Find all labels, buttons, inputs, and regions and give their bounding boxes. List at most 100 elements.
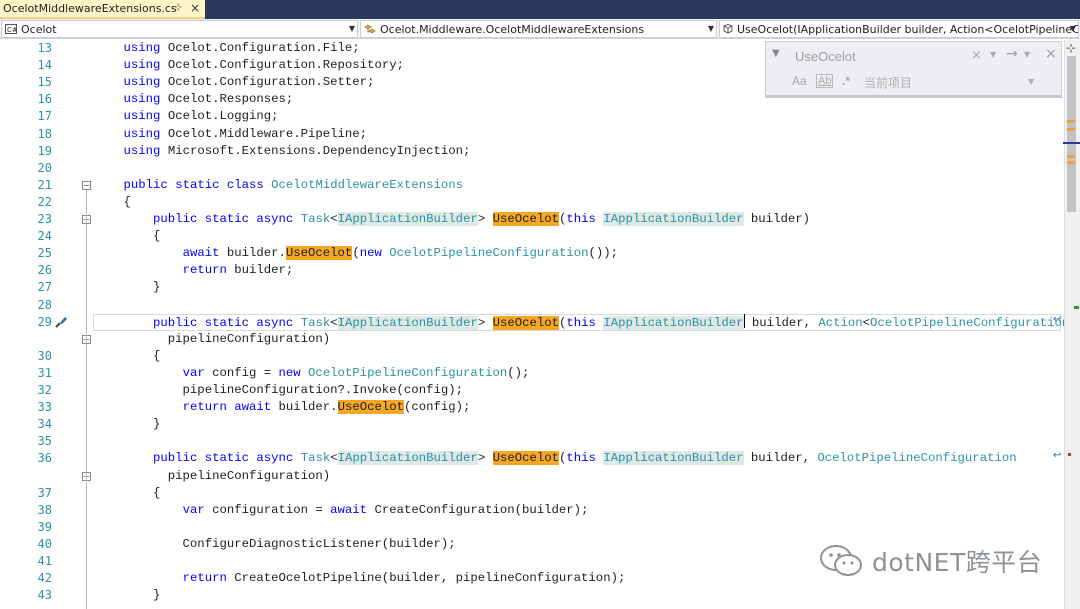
code-text: return await builder.UseOcelot(config); [182,400,471,415]
clear-search-icon[interactable]: × [971,48,982,63]
toggle-replace-icon[interactable]: ▼ [772,48,780,59]
code-text: } [94,588,161,603]
code-line[interactable]: 37 { [0,485,1064,502]
code-text: ConfigureDiagnosticListener(builder); [94,536,456,551]
code-text: using Ocelot.Middleware.Pipeline; [123,126,368,141]
code-line[interactable]: pipelineConfiguration) [0,468,1064,485]
collapse-region-icon[interactable]: − [82,180,91,190]
line-number: 16 [37,92,52,107]
code-line[interactable]: 36 public static async Task<IApplication… [0,450,1064,467]
type-dropdown[interactable]: Ocelot.Middleware.OcelotMiddlewareExtens… [360,20,717,38]
code-line[interactable]: 39 [0,519,1064,536]
code-text: pipelineConfiguration) [94,331,331,346]
split-window-icon[interactable]: ⊹ [1066,41,1076,55]
code-line[interactable]: 27 } [0,279,1064,296]
scroll-match-marker [1067,155,1075,158]
code-text: { [94,348,161,363]
code-text: using Ocelot.Responses; [123,92,294,107]
line-number: 31 [37,365,52,380]
code-text: using Ocelot.Configuration.Repository; [123,58,404,73]
find-row: ▼ × ▼ → ▼ × [766,46,1063,66]
whole-word-toggle[interactable]: Ab [816,74,834,88]
code-line[interactable]: 19 using Microsoft.Extensions.Dependency… [0,143,1064,160]
find-input[interactable] [790,46,990,66]
pin-icon[interactable]: ⊹ [174,2,182,13]
code-line[interactable]: 25 await builder.UseOcelot(new OcelotPip… [0,245,1064,262]
code-text: await builder.UseOcelot(new OcelotPipeli… [182,246,619,261]
line-number: 29 [37,314,52,329]
code-line[interactable]: 28 [0,297,1064,314]
line-number: 41 [37,554,52,568]
text-caret [743,313,745,328]
type-name: Ocelot.Middleware.OcelotMiddlewareExtens… [380,22,645,36]
code-line[interactable]: 29 public static async Task<IApplication… [0,313,1077,331]
close-tab-icon[interactable]: × [190,1,200,15]
project-dropdown[interactable]: C# Ocelot ▼ [1,20,358,38]
line-number: 26 [37,263,52,278]
code-line[interactable]: 21 public static class OcelotMiddlewareE… [0,177,1064,194]
code-line[interactable]: 34 } [0,416,1064,433]
search-history-chevron-icon[interactable]: ▼ [990,50,996,59]
line-number: 40 [37,536,52,551]
code-line[interactable]: 32 pipelineConfiguration?.Invoke(config)… [0,382,1064,399]
chevron-down-icon: ▼ [1069,24,1076,33]
code-line[interactable]: 18 using Ocelot.Middleware.Pipeline; [0,126,1064,143]
code-line[interactable]: 35 [0,433,1064,450]
project-name: Ocelot [21,22,57,36]
member-dropdown[interactable]: UseOcelot(IApplicationBuilder builder, A… [719,20,1079,38]
line-number: 28 [37,297,52,312]
line-number: 39 [37,519,52,534]
line-number: 13 [37,41,52,55]
watermark-text: dotNET跨平台 [872,548,1043,577]
code-line[interactable]: 33 return await builder.UseOcelot(config… [0,399,1064,416]
code-line[interactable]: pipelineConfiguration) [0,331,1064,348]
code-line[interactable]: 26 return builder; [0,262,1064,279]
line-number: 36 [37,451,52,466]
find-next-chevron-icon[interactable]: ▼ [1024,50,1030,59]
code-line[interactable]: 17 using Ocelot.Logging; [0,108,1064,125]
code-text: using Ocelot.Logging; [123,109,279,124]
chevron-down-icon: ▼ [707,24,714,33]
search-scope-dropdown[interactable]: 当前项目 [864,74,912,91]
chevron-down-icon[interactable]: ▼ [1028,77,1034,86]
find-options-row: Aa Ab .* 当前项目 ▼ [766,72,1063,92]
code-line[interactable]: 30 { [0,348,1064,365]
watermark: dotNET跨平台 [818,541,1042,581]
line-number: 24 [37,229,52,244]
document-tab-bar: OcelotMiddlewareExtensions.cs ⊹ × [0,0,1080,19]
code-text: } [94,417,161,432]
code-line[interactable]: 31 var config = new OcelotPipelineConfig… [0,365,1064,382]
line-number: 27 [37,280,52,295]
method-icon [722,23,734,35]
tab-title: OcelotMiddlewareExtensions.cs [3,2,177,15]
tab-ocelot-middleware-extensions[interactable]: OcelotMiddlewareExtensions.cs ⊹ × [0,0,205,19]
close-find-icon[interactable]: × [1045,46,1057,62]
match-case-toggle[interactable]: Aa [792,74,807,88]
code-line[interactable]: 22 { [0,194,1064,211]
code-text: { [94,485,161,500]
find-next-arrow-icon[interactable]: → [1006,46,1018,62]
line-number: 43 [37,588,52,603]
scroll-match-marker [1067,120,1075,123]
line-number: 35 [37,434,52,449]
regex-toggle[interactable]: .* [842,74,850,88]
chevron-down-icon: ▼ [348,24,355,33]
code-line[interactable]: 20 [0,160,1064,177]
code-text: public static class OcelotMiddlewareExte… [123,177,464,192]
code-line[interactable]: 23 public static async Task<IApplication… [0,211,1064,228]
line-number: 38 [37,502,52,517]
scrollbar-thumb[interactable] [1067,56,1076,212]
line-number: 37 [37,485,52,500]
scroll-error-marker [1068,453,1071,456]
line-number: 33 [37,400,52,415]
code-line[interactable]: 24 { [0,228,1064,245]
quick-action-brush-icon[interactable] [54,315,68,329]
code-line[interactable]: 43 } [0,587,1064,604]
code-editor[interactable]: 13 using Ocelot.Configuration.File; 14 us… [0,40,1077,609]
line-number: 34 [37,417,52,432]
code-line[interactable]: 38 var configuration = await CreateConfi… [0,502,1064,519]
code-text: { [94,194,131,209]
line-number: 14 [37,58,52,73]
line-number: 21 [37,177,52,192]
code-text: using Ocelot.Configuration.File; [123,41,360,55]
